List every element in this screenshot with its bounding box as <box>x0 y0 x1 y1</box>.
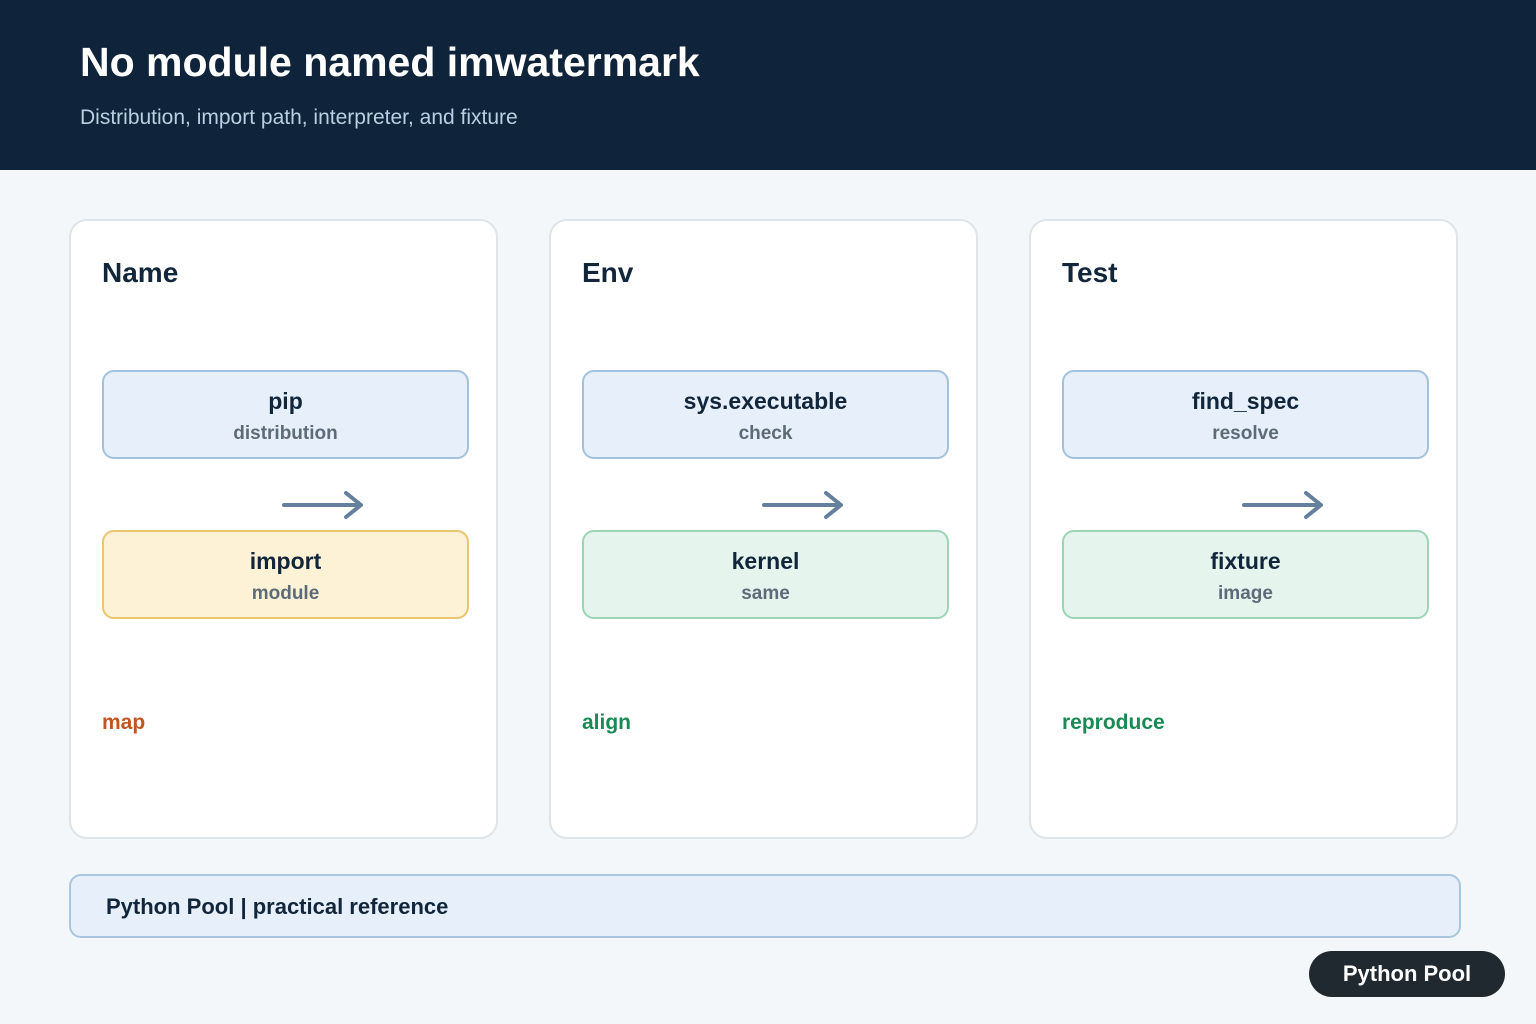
step-box-label: kernel <box>731 548 800 574</box>
card-note: reproduce <box>1062 711 1165 734</box>
page-subtitle: Distribution, import path, interpreter, … <box>80 106 518 129</box>
step-box-sublabel: same <box>741 583 790 604</box>
card-title: Name <box>102 257 179 288</box>
step-box-sublabel: distribution <box>233 423 338 444</box>
step-box-fixture: fixture image <box>1062 530 1429 619</box>
step-box-kernel: kernel same <box>582 530 949 619</box>
brand-badge: Python Pool <box>1309 951 1505 997</box>
card-title: Env <box>582 257 634 288</box>
step-box-sublabel: resolve <box>1212 423 1279 444</box>
arrow-right-icon <box>762 491 843 519</box>
card-note: align <box>582 711 632 734</box>
card-test: Test find_spec resolve fixture image rep… <box>1029 219 1458 839</box>
step-box-label: fixture <box>1210 548 1281 574</box>
step-box-sublabel: check <box>738 423 793 444</box>
step-box-import: import module <box>102 530 469 619</box>
card-env: Env sys.executable check kernel same ali… <box>549 219 978 839</box>
arrow-right-icon <box>282 491 363 519</box>
step-box-find-spec: find_spec resolve <box>1062 370 1429 459</box>
footer-text: Python Pool | practical reference <box>106 894 449 919</box>
page-title: No module named imwatermark <box>80 39 700 85</box>
step-box-sublabel: module <box>251 583 320 604</box>
step-box-sys-executable: sys.executable check <box>582 370 949 459</box>
step-box-sublabel: image <box>1218 583 1273 604</box>
step-box-label: find_spec <box>1191 388 1300 414</box>
step-box-label: pip <box>268 388 303 414</box>
footer-bar: Python Pool | practical reference <box>69 874 1461 938</box>
arrow-right-icon <box>1242 491 1323 519</box>
step-box-label: import <box>249 548 322 574</box>
card-name: Name pip distribution import module map <box>69 219 498 839</box>
card-title: Test <box>1062 257 1118 288</box>
card-note: map <box>102 711 146 734</box>
step-box-label: sys.executable <box>683 388 848 414</box>
header-banner: No module named imwatermark Distribution… <box>0 0 1536 170</box>
step-box-pip: pip distribution <box>102 370 469 459</box>
